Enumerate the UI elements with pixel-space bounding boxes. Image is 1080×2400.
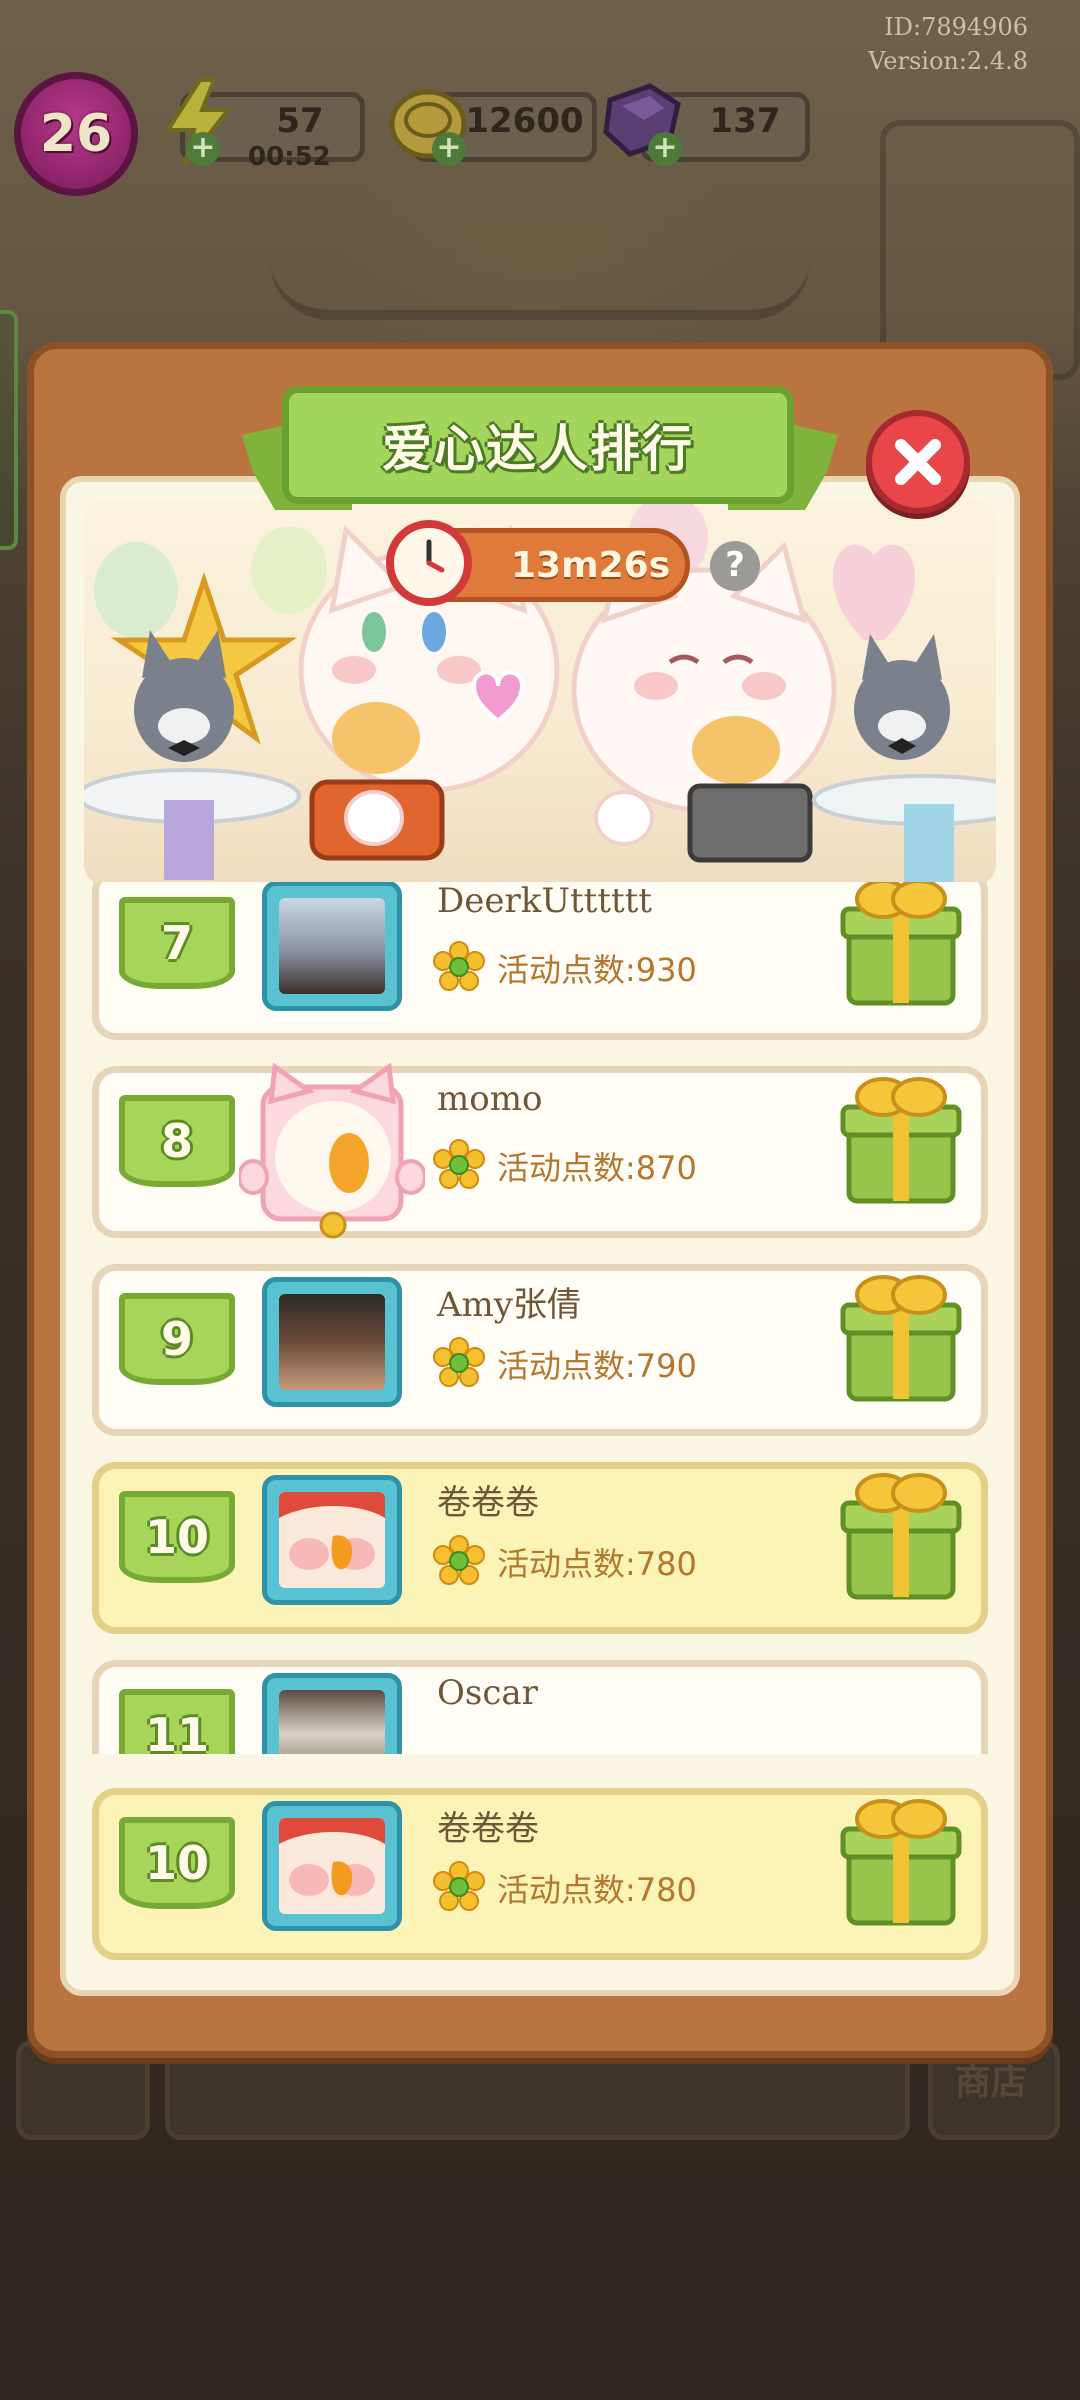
close-button[interactable] [866, 410, 970, 514]
rank-badge: 11 [119, 1689, 235, 1754]
energy-plus-button[interactable]: + [186, 132, 220, 166]
help-button[interactable]: ? [710, 541, 760, 591]
pink-cat-frame-icon[interactable] [239, 1061, 425, 1239]
level-badge[interactable]: 26 [14, 72, 138, 196]
rank-number: 10 [144, 1836, 209, 1890]
duck-avatar-icon [279, 1492, 385, 1588]
level-number: 26 [39, 104, 113, 164]
photo-girl-icon [279, 1294, 385, 1390]
gem-value: 137 [709, 101, 781, 141]
modal-title-banner: 爱心达人排行 [282, 386, 794, 504]
coin-plus-button[interactable]: + [432, 132, 466, 166]
player-name: momo [437, 1079, 543, 1119]
rank-number: 11 [144, 1708, 209, 1754]
rank-number: 8 [160, 1114, 193, 1168]
clock-icon [386, 520, 472, 606]
version-label: Version:2.4.8 [868, 47, 1028, 75]
activity-points: 活动点数:780 [497, 1871, 697, 1909]
player-avatar[interactable] [262, 1277, 402, 1407]
my-rank-row[interactable]: 10 卷卷卷 活动点数:780 [92, 1788, 988, 1960]
ranking-row[interactable]: 7 DeerkUtttttt 活动点数:930 [92, 882, 988, 1040]
rank-number: 7 [160, 916, 193, 970]
background-shelf [880, 120, 1080, 380]
flower-icon [433, 1535, 485, 1585]
player-name: Amy张倩 [437, 1285, 582, 1325]
player-name: DeerkUtttttt [437, 882, 652, 921]
close-icon [895, 439, 941, 485]
flower-icon [433, 1139, 485, 1189]
rank-badge: 7 [119, 897, 235, 989]
player-name: 卷卷卷 [437, 1483, 539, 1523]
shop-label: 商店 [955, 2062, 1028, 2103]
gem-plus-button[interactable]: + [648, 132, 682, 166]
ranking-list[interactable]: 7 DeerkUtttttt 活动点数:930 8 momo 活动点数:870 … [84, 882, 996, 1754]
coin-value: 12600 [465, 101, 584, 141]
rank-badge: 8 [119, 1095, 235, 1187]
gift-icon[interactable] [839, 1469, 963, 1601]
rank-badge: 10 [119, 1817, 235, 1909]
ranking-row[interactable]: 11 Oscar [92, 1660, 988, 1754]
ranking-row[interactable]: 9 Amy张倩 活动点数:790 [92, 1264, 988, 1436]
user-id: ID:7894906 [884, 13, 1028, 41]
rank-number: 10 [144, 1510, 209, 1564]
ranking-row-self[interactable]: 10 卷卷卷 活动点数:780 [92, 1462, 988, 1634]
gift-icon[interactable] [839, 1271, 963, 1403]
activity-points: 活动点数:930 [497, 951, 697, 989]
gift-icon[interactable] [839, 882, 963, 1007]
flower-icon [433, 941, 485, 991]
energy-value: 57 [276, 101, 324, 141]
version-info: ID:7894906 Version:2.4.8 [868, 10, 1028, 78]
modal-title: 爱心达人排行 [382, 420, 694, 478]
background-table [270, 170, 810, 320]
countdown-text: 13m26s [511, 544, 671, 586]
player-avatar[interactable] [262, 882, 402, 1011]
flower-icon [433, 1861, 485, 1911]
rank-badge: 10 [119, 1491, 235, 1583]
activity-points: 活动点数:790 [497, 1347, 697, 1385]
player-name: 卷卷卷 [437, 1809, 539, 1849]
player-avatar[interactable] [262, 1801, 402, 1931]
activity-points: 活动点数:870 [497, 1149, 697, 1187]
ranking-row-self[interactable]: 10 卷卷卷 活动点数:780 [92, 1788, 988, 1960]
energy-timer: 00:52 [248, 142, 331, 172]
activity-points: 活动点数:780 [497, 1545, 697, 1583]
duck-avatar-icon [279, 1818, 385, 1914]
player-avatar[interactable] [262, 1475, 402, 1605]
gift-icon[interactable] [839, 1073, 963, 1205]
gift-icon[interactable] [839, 1795, 963, 1927]
player-name: Oscar [437, 1673, 538, 1713]
player-avatar[interactable] [262, 1673, 402, 1754]
ranking-row[interactable]: 8 momo 活动点数:870 [92, 1062, 988, 1239]
photo-boy-icon [279, 898, 385, 994]
flower-icon [433, 1337, 485, 1387]
photo-cat-icon [279, 1690, 385, 1754]
rank-badge: 9 [119, 1293, 235, 1385]
rank-number: 9 [160, 1312, 193, 1366]
side-panel-tab[interactable] [0, 310, 18, 550]
